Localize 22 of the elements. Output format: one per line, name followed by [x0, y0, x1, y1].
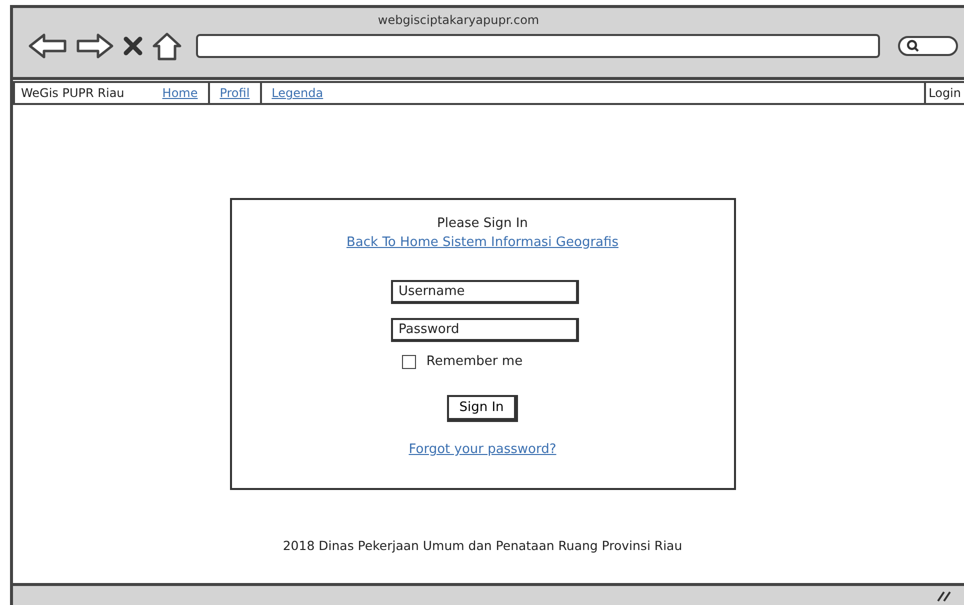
nav-link[interactable]: Profil [210, 83, 262, 103]
remember-checkbox[interactable] [402, 354, 416, 368]
nav-link[interactable]: Legenda [262, 83, 334, 103]
address-field[interactable] [196, 34, 880, 58]
search-icon [906, 39, 920, 53]
forgot-password-link[interactable]: Forgot your password? [408, 442, 556, 457]
forward-icon[interactable] [76, 33, 114, 59]
back-icon[interactable] [28, 33, 68, 59]
window-title: webgisciptakaryapupr.com [378, 13, 540, 27]
home-icon[interactable] [152, 31, 182, 61]
back-link[interactable]: Back To Home Sistem Informasi Geografis [346, 235, 618, 250]
resize-grip-icon[interactable] [936, 590, 952, 602]
form-title: Please Sign In [437, 216, 528, 231]
nav-link[interactable]: Home [162, 83, 210, 103]
close-icon[interactable] [122, 35, 144, 57]
footer-text: 2018 Dinas Pekerjaan Umum dan Penataan Ruang Provinsi Riau [282, 538, 682, 553]
password-field[interactable]: Password [390, 318, 578, 342]
site-title: WeGis PUPR Riau [20, 86, 126, 100]
search-field[interactable] [898, 36, 958, 56]
remember-label: Remember me [426, 354, 523, 369]
username-field[interactable]: Username [390, 280, 578, 304]
sign-in-button[interactable]: Sign In [447, 395, 518, 422]
